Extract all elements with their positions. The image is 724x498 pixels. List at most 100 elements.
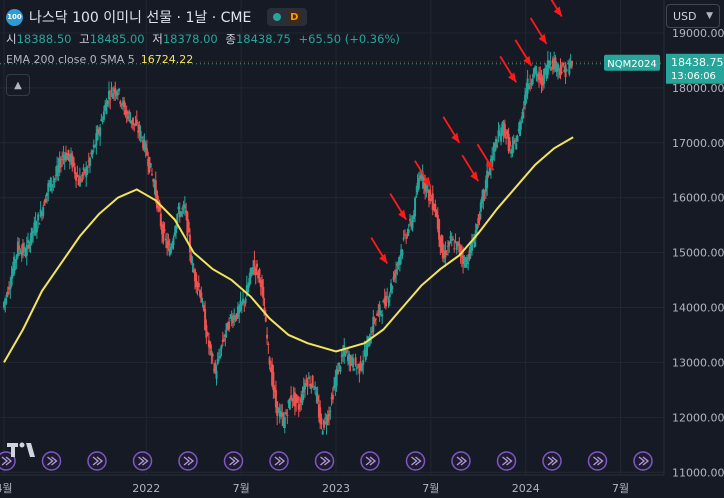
candle-body bbox=[374, 318, 377, 320]
candle-body bbox=[415, 195, 418, 197]
candle-body bbox=[312, 388, 315, 390]
candle-body bbox=[197, 282, 200, 288]
candle-body bbox=[378, 304, 381, 316]
candle-body bbox=[150, 174, 153, 176]
candle-body bbox=[283, 417, 286, 428]
candle-body bbox=[341, 354, 344, 357]
candle-body bbox=[331, 394, 334, 400]
y-tick-label: 13000.00 bbox=[672, 356, 724, 369]
candle-body bbox=[167, 240, 170, 246]
candle-body bbox=[224, 334, 227, 337]
candle-body bbox=[118, 88, 121, 92]
candle-body bbox=[329, 411, 332, 413]
candle-body bbox=[515, 143, 518, 150]
price-chart[interactable]: 11000.00 12000.00 13000.00 14000.00 15000.00… bbox=[0, 0, 724, 498]
chevron-up-icon[interactable]: ▲ bbox=[6, 74, 30, 96]
candle-body bbox=[398, 256, 401, 265]
candle-body bbox=[379, 311, 382, 313]
candle-body bbox=[281, 412, 284, 417]
candle-body bbox=[220, 345, 223, 349]
candle-body bbox=[387, 300, 390, 303]
candle-body bbox=[407, 229, 410, 233]
candle-body bbox=[321, 431, 324, 435]
candle-body bbox=[211, 354, 214, 357]
candle-body bbox=[316, 396, 319, 402]
low-value: 18378.00 bbox=[162, 32, 218, 46]
candle-body bbox=[61, 158, 64, 160]
candle-body bbox=[177, 206, 180, 210]
candle-body bbox=[336, 369, 339, 375]
candle-body bbox=[285, 412, 288, 415]
red-arrowhead bbox=[379, 253, 388, 264]
candle-body bbox=[254, 267, 257, 276]
candle-body bbox=[216, 359, 219, 365]
candle-body bbox=[23, 246, 26, 252]
candle-body bbox=[25, 245, 28, 256]
candle-body bbox=[395, 269, 398, 274]
candle-body bbox=[152, 179, 155, 182]
candle-body bbox=[89, 158, 92, 167]
candle-body bbox=[431, 193, 434, 210]
candle-body bbox=[403, 233, 406, 235]
candle-body bbox=[247, 284, 250, 293]
red-arrowhead bbox=[470, 171, 479, 182]
candle-body bbox=[248, 277, 251, 286]
candle-body bbox=[107, 90, 110, 99]
open-label: 시 bbox=[6, 32, 17, 46]
market-open-icon bbox=[273, 13, 282, 21]
candle-body bbox=[99, 127, 102, 137]
candle-body bbox=[549, 61, 552, 65]
tradingview-logo[interactable] bbox=[6, 440, 40, 460]
candle-body bbox=[272, 372, 275, 390]
candle-body bbox=[244, 298, 247, 304]
candle-body bbox=[86, 168, 89, 174]
candle-body bbox=[111, 93, 114, 99]
candle-body bbox=[479, 202, 482, 212]
y-tick-label: 17000.00 bbox=[672, 137, 724, 150]
candle-body bbox=[365, 342, 368, 356]
low-label: 저 bbox=[152, 32, 163, 46]
candle-body bbox=[521, 111, 524, 119]
indicator-legend[interactable]: EMA 200 close 0 SMA 5 16724.22 bbox=[6, 53, 193, 66]
candle-body bbox=[320, 418, 323, 425]
candle-body bbox=[434, 203, 437, 212]
candle-body bbox=[53, 178, 56, 180]
candle-body bbox=[46, 192, 49, 197]
candle-body bbox=[180, 211, 183, 216]
candle-body bbox=[209, 341, 212, 349]
candle-body bbox=[13, 256, 16, 274]
open-value: 18388.50 bbox=[16, 32, 72, 46]
candle-body bbox=[219, 355, 222, 357]
symbol-logo[interactable]: 100 bbox=[6, 8, 23, 26]
high-value: 18485.00 bbox=[89, 32, 145, 46]
indicator-label: EMA 200 close 0 SMA 5 bbox=[6, 53, 135, 66]
candle-body bbox=[164, 238, 167, 241]
candle-body bbox=[187, 221, 190, 232]
candle-body bbox=[562, 63, 565, 66]
currency-select[interactable]: USD ▼ bbox=[666, 4, 720, 28]
candle-body bbox=[414, 197, 417, 217]
candle-body bbox=[231, 320, 234, 324]
candle-body bbox=[402, 237, 405, 240]
candle-body bbox=[353, 368, 356, 371]
market-status-pill[interactable]: D bbox=[267, 8, 308, 26]
candle-body bbox=[345, 350, 348, 352]
candle-body bbox=[467, 262, 470, 265]
candle-body bbox=[191, 264, 194, 266]
candle-body bbox=[451, 238, 454, 241]
candle-body bbox=[401, 250, 404, 256]
candle-body bbox=[391, 286, 394, 289]
candle-body bbox=[51, 184, 54, 188]
symbol-title[interactable]: 나스닥 100 이미니 선물 · 1날 · CME bbox=[29, 7, 251, 27]
change-value: +65.50 (+0.36%) bbox=[298, 32, 400, 46]
candle-body bbox=[172, 238, 175, 245]
candle-body bbox=[328, 413, 331, 417]
candle-body bbox=[457, 241, 460, 244]
candle-body bbox=[288, 398, 291, 410]
red-arrowhead bbox=[538, 33, 547, 44]
candle-body bbox=[455, 242, 458, 250]
candle-body bbox=[159, 213, 162, 227]
delayed-badge: D bbox=[287, 10, 302, 24]
candle-body bbox=[324, 417, 327, 420]
candle-body bbox=[59, 165, 62, 168]
